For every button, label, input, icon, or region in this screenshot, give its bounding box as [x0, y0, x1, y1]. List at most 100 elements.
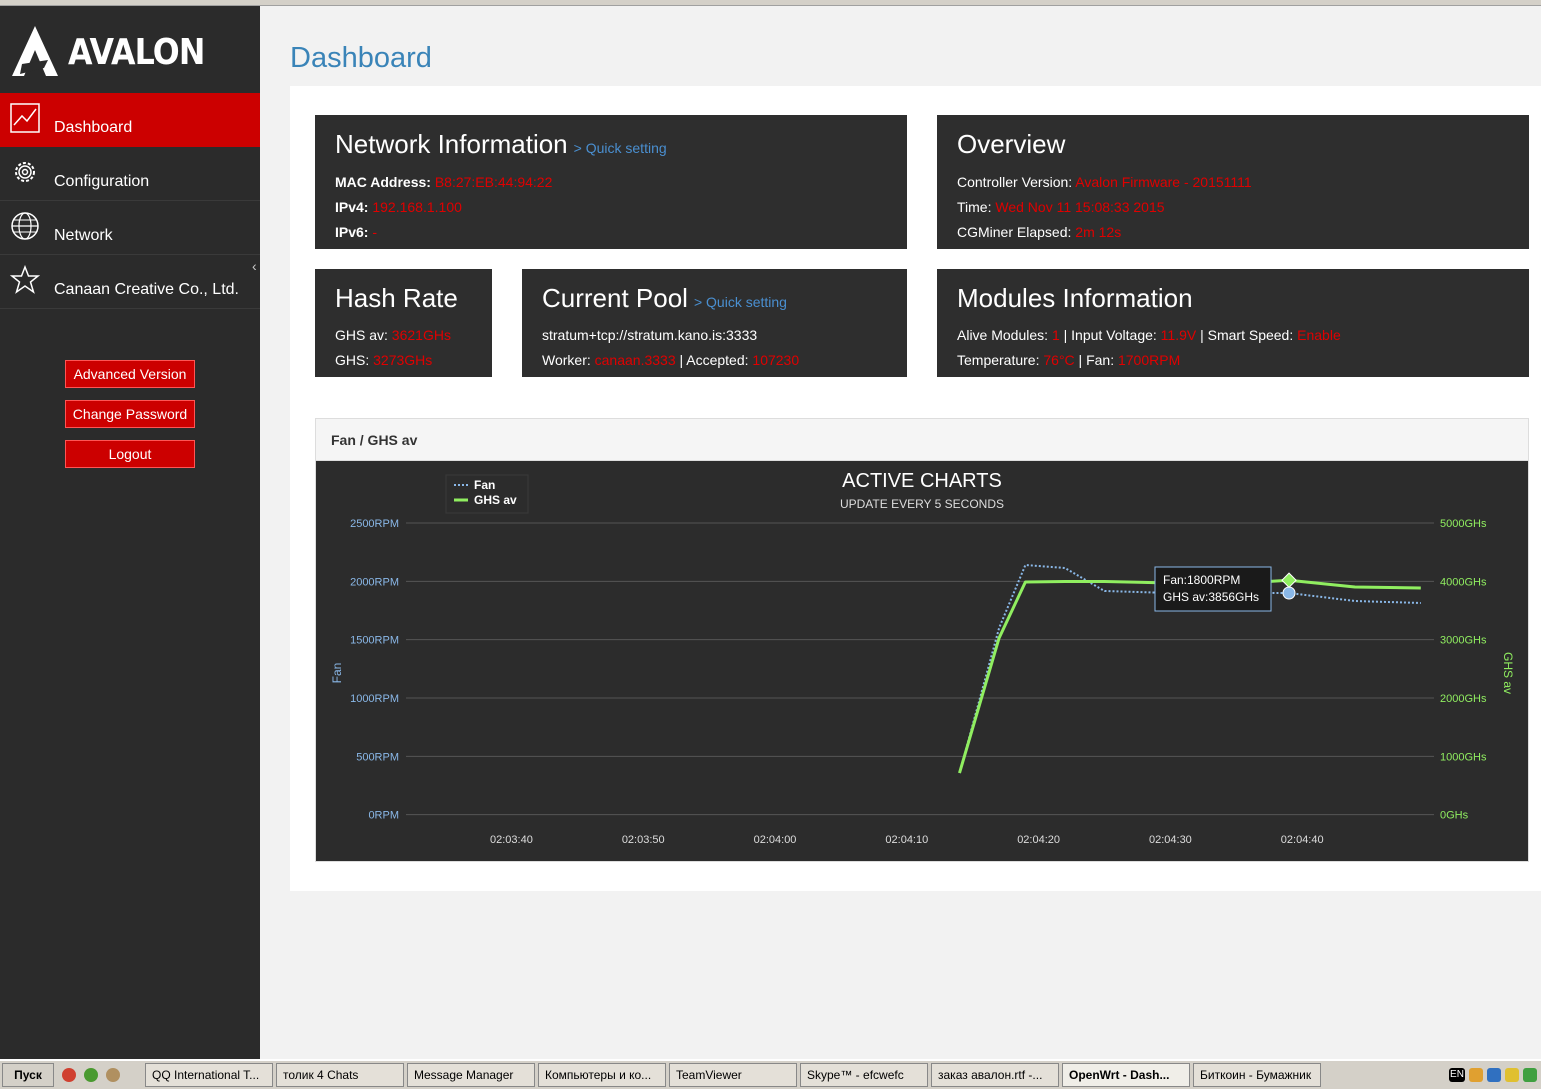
elapsed-label: CGMiner Elapsed: — [957, 224, 1072, 240]
controller-value: Avalon Firmware - 20151111 — [1075, 174, 1252, 190]
taskbar-item[interactable]: Биткоин - Бумажник — [1193, 1063, 1321, 1087]
quick-setting-link[interactable]: > Quick setting — [694, 294, 787, 310]
dashboard-content: Network Information > Quick setting MAC A… — [290, 86, 1541, 891]
panel-title: Network Information > Quick setting — [335, 129, 667, 160]
accepted-value: 107230 — [752, 352, 800, 368]
start-button[interactable]: Пуск — [2, 1063, 54, 1087]
y-left-axis-label: Fan — [330, 663, 344, 684]
chart-panel-heading: Fan / GHS av — [316, 419, 1528, 461]
overview-panel: Overview Controller Version: Avalon Firm… — [937, 115, 1529, 249]
temp-value: 76°C — [1043, 352, 1075, 368]
fan-ghs-chart-panel: Fan / GHS av ACTIVE CHARTS UPDATE EVERY 5… — [315, 418, 1529, 880]
windows-taskbar: Пуск QQ International T... толик 4 Chats… — [0, 1059, 1541, 1089]
ghsav-label: GHS av: — [335, 327, 388, 343]
chart-area: ACTIVE CHARTS UPDATE EVERY 5 SECONDS 2500R… — [316, 461, 1528, 880]
chart-subtitle: UPDATE EVERY 5 SECONDS — [840, 497, 1004, 511]
y-right-tick-label: 4000GHs — [1440, 576, 1487, 588]
y-left-tick-label: 1500RPM — [350, 635, 399, 647]
taskbar-item[interactable]: Message Manager — [407, 1063, 535, 1087]
ipv6-value: - — [372, 224, 378, 240]
chart-line-icon — [10, 103, 40, 133]
ipv4-row: IPv4: 192.168.1.100 — [335, 199, 462, 215]
change-password-button[interactable]: Change Password — [65, 400, 195, 428]
gear-icon — [15, 162, 35, 182]
smart-label: | Smart Speed: — [1200, 327, 1294, 343]
voltage-value: 11.9V — [1160, 327, 1197, 343]
fan-label: | Fan: — [1078, 352, 1115, 368]
taskbar-item[interactable]: заказ авалон.rtf -... — [931, 1063, 1059, 1087]
fan-value: 1700RPM — [1117, 352, 1181, 368]
main-area: Dashboard Network Information > Quick set… — [260, 6, 1541, 1059]
mac-label: MAC Address: — [335, 174, 431, 190]
taskbar-item[interactable]: TeamViewer — [669, 1063, 797, 1087]
taskbar-item[interactable]: Компьютеры и ко... — [538, 1063, 666, 1087]
sidebar-item-canaan[interactable]: Canaan Creative Co., Ltd. — [0, 255, 260, 309]
volume-icon[interactable] — [1523, 1068, 1537, 1082]
sidebar-item-network[interactable]: Network — [0, 201, 260, 255]
pool-url: stratum+tcp://stratum.kano.is:3333 — [542, 327, 758, 343]
taskbar-item-active[interactable]: OpenWrt - Dash... — [1062, 1063, 1190, 1087]
y-right-tick-label: 3000GHs — [1440, 635, 1487, 647]
sidebar: AVALON Dashboard Configuration Network C… — [0, 6, 260, 1059]
tooltip-fan: Fan:1800RPM — [1163, 573, 1240, 587]
modules-row-2: Temperature: 76°C | Fan: 1700RPM — [957, 352, 1180, 368]
modules-title: Modules Information — [957, 283, 1193, 313]
hash-rate-panel: Hash Rate GHS av: 3621GHs GHS: 3273GHs — [315, 269, 492, 377]
ghs-av-marker — [1281, 572, 1297, 588]
sidebar-item-label: Dashboard — [54, 119, 133, 136]
avalon-logo[interactable]: AVALON — [10, 24, 223, 80]
elapsed-value: 2m 12s — [1075, 224, 1122, 240]
quick-setting-link[interactable]: > Quick setting — [574, 140, 667, 156]
sidebar-item-label: Canaan Creative Co., Ltd. — [54, 281, 239, 298]
mac-row: MAC Address: B8:27:EB:44:94:22 — [335, 174, 552, 190]
ghs-row: GHS: 3273GHs — [335, 352, 432, 368]
x-tick-label: 02:03:50 — [622, 834, 665, 846]
modules-row-1: Alive Modules: 1 | Input Voltage: 11.9V … — [957, 327, 1341, 343]
x-tick-label: 02:04:20 — [1017, 834, 1060, 846]
tooltip-ghs: GHS av:3856GHs — [1163, 590, 1259, 604]
y-left-tick-label: 0RPM — [368, 810, 399, 822]
chrome-icon[interactable] — [62, 1068, 76, 1082]
tray-icon[interactable] — [1505, 1068, 1519, 1082]
alive-label: Alive Modules: — [957, 327, 1049, 343]
taskbar-item[interactable]: толик 4 Chats — [276, 1063, 404, 1087]
legend-ghs-label: GHS av — [474, 493, 517, 507]
ghs-label: GHS: — [335, 352, 370, 368]
voltage-label: | Input Voltage: — [1063, 327, 1157, 343]
network-information-panel: Network Information > Quick setting MAC A… — [315, 115, 907, 249]
ipv4-label: IPv4: — [335, 199, 369, 215]
controller-label: Controller Version: — [957, 174, 1073, 190]
sidebar-item-configuration[interactable]: Configuration — [0, 147, 260, 201]
ghsav-row: GHS av: 3621GHs — [335, 327, 451, 343]
app-icon[interactable] — [106, 1068, 120, 1082]
x-tick-label: 02:04:00 — [754, 834, 797, 846]
controller-row: Controller Version: Avalon Firmware - 20… — [957, 174, 1252, 190]
accepted-label: | Accepted: — [679, 352, 749, 368]
utility-icon[interactable] — [84, 1068, 98, 1082]
y-right-tick-label: 2000GHs — [1440, 693, 1487, 705]
taskbar-item[interactable]: Skype™ - efcwefc — [800, 1063, 928, 1087]
taskbar-item[interactable]: QQ International T... — [145, 1063, 273, 1087]
sidebar-item-label: Network — [54, 227, 113, 244]
y-right-axis-label: GHS av — [1501, 652, 1515, 694]
language-indicator[interactable]: EN — [1449, 1068, 1465, 1082]
fan-marker — [1282, 586, 1296, 600]
y-left-tick-label: 500RPM — [356, 751, 399, 763]
x-tick-label: 02:04:40 — [1281, 834, 1324, 846]
quick-launch — [62, 1068, 142, 1082]
logout-button[interactable]: Logout — [65, 440, 195, 468]
active-chart[interactable]: ACTIVE CHARTS UPDATE EVERY 5 SECONDS 2500R… — [316, 461, 1528, 880]
sidebar-nav: Dashboard Configuration Network Canaan C… — [0, 93, 260, 309]
tray-icon[interactable] — [1487, 1068, 1501, 1082]
chart-title: ACTIVE CHARTS — [842, 470, 1002, 492]
current-pool-panel: Current Pool > Quick setting stratum+tcp:… — [522, 269, 907, 377]
tray-icon[interactable] — [1469, 1068, 1483, 1082]
advanced-version-button[interactable]: Advanced Version — [65, 360, 195, 388]
time-value: Wed Nov 11 15:08:33 2015 — [995, 199, 1165, 215]
overview-title: Overview — [957, 129, 1066, 159]
network-title: Network Information — [335, 129, 568, 159]
ipv6-row: IPv6: - — [335, 224, 377, 240]
sidebar-item-dashboard[interactable]: Dashboard — [0, 93, 260, 147]
panel-title: Current Pool > Quick setting — [542, 283, 787, 314]
sidebar-collapse-icon[interactable]: ‹ — [252, 258, 257, 274]
